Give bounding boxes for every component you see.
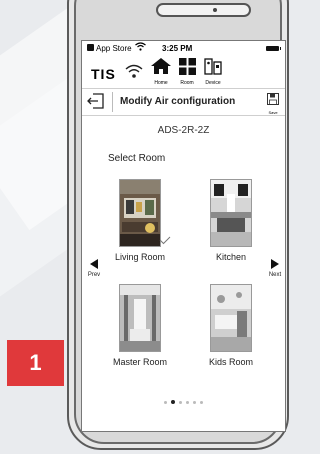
room-card-living-room[interactable]: Living Room — [100, 179, 180, 262]
next-label: Next — [268, 272, 282, 278]
wifi-icon — [135, 42, 146, 53]
page-dot[interactable] — [171, 400, 175, 404]
room-card-kitchen[interactable]: Kitchen — [191, 179, 271, 262]
room-label: Kitchen — [215, 252, 247, 262]
floppy-disk-icon — [267, 93, 279, 105]
status-bar: App Store 3:25 PM — [82, 41, 285, 57]
battery-icon — [266, 46, 281, 51]
wifi-icon — [125, 63, 143, 84]
page-dot[interactable] — [200, 401, 203, 404]
room-card-master-room[interactable]: Master Room — [100, 284, 180, 367]
selected-check-icon — [159, 236, 171, 245]
page-dot[interactable] — [164, 401, 167, 404]
page-header: Modify Air configuration Save — [82, 88, 285, 116]
exit-icon — [87, 93, 104, 109]
nav-device[interactable]: Device — [200, 58, 226, 86]
room-label: Master Room — [112, 357, 167, 367]
page-indicator — [82, 391, 285, 409]
next-button[interactable]: Next — [265, 259, 285, 278]
device-icon — [204, 58, 222, 75]
prev-label: Prev — [87, 272, 101, 278]
save-label: Save — [268, 110, 278, 115]
nav-home-label: Home — [154, 80, 168, 86]
grid-icon — [178, 58, 196, 75]
save-button[interactable]: Save — [266, 92, 280, 115]
device-model: ADS-2R-2Z — [157, 125, 210, 136]
status-time: 3:25 PM — [162, 44, 193, 53]
room-label: Kids Room — [208, 357, 253, 367]
page-dot[interactable] — [186, 401, 189, 404]
step-number-badge: 1 — [7, 340, 64, 386]
status-carrier: App Store — [96, 44, 132, 53]
nav-room[interactable]: Room — [174, 58, 200, 86]
phone-speaker — [156, 3, 251, 17]
room-label: Living Room — [114, 252, 166, 262]
nav-room-label: Room — [180, 80, 194, 86]
select-room-heading: Select Room — [108, 153, 166, 164]
tis-logo: TIS — [91, 66, 116, 82]
kids-room-photo — [210, 284, 252, 352]
page-dot[interactable] — [179, 401, 182, 404]
master-room-photo — [119, 284, 161, 352]
phone-camera — [213, 8, 217, 12]
back-to-app-icon[interactable] — [87, 44, 94, 51]
brand-bar: TIS Home Room Device — [82, 57, 285, 87]
prev-button[interactable]: Prev — [84, 259, 104, 278]
triangle-right-icon — [271, 259, 279, 269]
triangle-left-icon — [90, 259, 98, 269]
home-icon — [151, 58, 171, 74]
phone-screen: App Store 3:25 PM TIS Home Room Device M… — [81, 40, 286, 432]
living-room-photo — [119, 179, 161, 247]
page-title: Modify Air configuration — [120, 96, 236, 107]
header-divider — [112, 92, 113, 112]
nav-device-label: Device — [205, 80, 221, 86]
room-card-kids-room[interactable]: Kids Room — [191, 284, 271, 367]
nav-home[interactable]: Home — [148, 58, 174, 86]
kitchen-photo — [210, 179, 252, 247]
back-button[interactable] — [87, 92, 105, 110]
page-dot[interactable] — [193, 401, 196, 404]
